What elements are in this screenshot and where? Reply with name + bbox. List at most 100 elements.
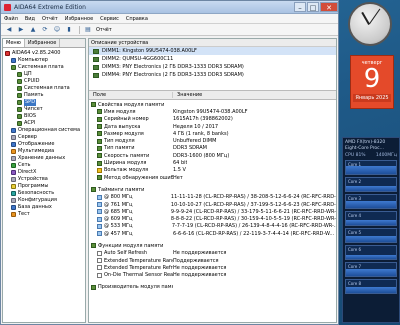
report-button[interactable]: Отчёт: [96, 27, 112, 33]
title-bar[interactable]: AIDA64 Extreme Edition – □ ✕: [1, 1, 338, 14]
property-row[interactable]: Auto Self Refresh Не поддерживается: [89, 250, 336, 257]
tree-item[interactable]: Память: [5, 92, 83, 99]
cpu-meter-gadget[interactable]: AMD FX(tm)-8320 Eight-Core Proc... CPU 8…: [342, 137, 400, 323]
section-header[interactable]: Функции модуля памяти: [89, 242, 336, 249]
tree-item-icon: [11, 198, 16, 203]
property-row[interactable]: @ 609 МГц 8-8-8-22 (CL-RCD-RP-RAS) / 30-1…: [89, 215, 336, 222]
property-value: Unbuffered DIMM: [173, 138, 217, 145]
property-row[interactable]: Extended Temperature Refresh ...Не подде…: [89, 264, 336, 271]
menu-favorites[interactable]: Избранное: [65, 16, 93, 22]
tree-item[interactable]: Сеть: [5, 162, 83, 169]
menu-file[interactable]: Файл: [4, 16, 18, 22]
tree-item-label: Память: [24, 92, 44, 98]
property-row[interactable]: Extended Temperature Range Поддерживается: [89, 257, 336, 264]
tree-item[interactable]: ACPI: [5, 120, 83, 127]
back-icon[interactable]: ◀: [4, 25, 14, 34]
property-row[interactable]: Дата выпуска Неделя 10 / 2017: [89, 123, 336, 130]
core-label: Core 4: [348, 213, 362, 218]
tree-item[interactable]: Сервер: [5, 134, 83, 141]
tree-item[interactable]: База данных: [5, 204, 83, 211]
tab-menu[interactable]: Меню: [3, 39, 25, 47]
core-label: Core 7: [348, 264, 362, 269]
maximize-button[interactable]: □: [307, 2, 319, 12]
property-name: Вольтаж модуля: [104, 167, 149, 174]
property-icon: [97, 216, 102, 222]
property-row[interactable]: Скорость памяти DDR3-1600 (800 МГц): [89, 152, 336, 159]
property-value: 1.5 V: [173, 167, 186, 174]
tree-item-icon: [11, 170, 16, 175]
property-row[interactable]: Ширина модуля 64 bit: [89, 159, 336, 166]
tree-item[interactable]: SPD: [5, 99, 83, 106]
property-row[interactable]: Имя модуля Kingston 99U5474-038.A00LF: [89, 108, 336, 115]
device-item[interactable]: DIMM2: QUMSU-4GG600C11: [89, 55, 336, 63]
calendar-month: Январь 2025: [353, 94, 391, 102]
property-row[interactable]: Вольтаж модуля 1.5 V: [89, 167, 336, 174]
property-icon: [91, 102, 96, 108]
property-row[interactable]: @ 800 МГц 11-11-11-28 (CL-RCD-RP-RAS) / 3…: [89, 194, 336, 201]
device-description-header: Описание устройства: [89, 39, 336, 47]
property-row[interactable]: Метод обнаружения ошибок Нет: [89, 174, 336, 181]
minimize-button[interactable]: –: [294, 2, 306, 12]
tree-item-label: CPUID: [24, 78, 40, 84]
tree-item[interactable]: Программы: [5, 183, 83, 190]
property-row[interactable]: @ 457 МГц 6-6-6-16 (CL-RCD-RP-RAS) / 22-1…: [89, 230, 336, 237]
tree-item[interactable]: Конфигурация: [5, 197, 83, 204]
property-name: Тип модуля: [104, 138, 135, 145]
property-row[interactable]: @ 761 МГц 10-10-10-27 (CL-RCD-RP-RAS) / 3…: [89, 201, 336, 208]
clock-gadget[interactable]: [348, 2, 392, 46]
tree-item[interactable]: Мультимедиа: [5, 148, 83, 155]
tree-item[interactable]: Отображение: [5, 141, 83, 148]
user-icon[interactable]: ☺: [52, 25, 62, 34]
property-icon: [97, 145, 102, 151]
property-field: @ 609 МГц: [89, 216, 171, 222]
refresh-icon[interactable]: ⟳: [40, 25, 50, 34]
property-row[interactable]: On-Die Thermal Sensor Rea... Не поддержив…: [89, 272, 336, 279]
column-value[interactable]: Значение: [173, 92, 202, 98]
tree-item[interactable]: Безопасность: [5, 190, 83, 197]
tree-item[interactable]: Чипсет: [5, 106, 83, 113]
chart-icon[interactable]: ▮: [64, 25, 74, 34]
tab-favorites[interactable]: Избранное: [25, 39, 61, 47]
menu-view[interactable]: Вид: [25, 16, 35, 22]
property-row[interactable]: Размер модуля 4 ГБ (1 rank, 8 banks): [89, 130, 336, 137]
report-icon[interactable]: ▤: [83, 25, 93, 34]
clock-minute-hand: [369, 8, 381, 24]
column-field[interactable]: Поле: [89, 92, 173, 98]
property-row[interactable]: @ 685 МГц 9-9-9-24 (CL-RCD-RP-RAS) / 33-1…: [89, 208, 336, 215]
device-label: DIMM4: PNY Electronics (2 ГБ DDR3-1333 D…: [102, 72, 244, 78]
device-item[interactable]: DIMM1: Kingston 99U5474-038.A00LF: [89, 47, 336, 55]
property-field: Ширина модуля: [89, 160, 173, 166]
device-item[interactable]: DIMM3: PNY Electronics (2 ГБ DDR3-1333 D…: [89, 63, 336, 71]
property-row[interactable]: Тип памяти DDR3 SDRAM: [89, 145, 336, 152]
menu-help[interactable]: Справка: [126, 16, 148, 22]
section-header[interactable]: Тайминги памяти: [89, 186, 336, 193]
forward-icon[interactable]: ▶: [16, 25, 26, 34]
up-icon[interactable]: ▲: [28, 25, 38, 34]
tree-item[interactable]: Операционная система: [5, 127, 83, 134]
close-button[interactable]: ✕: [320, 2, 338, 12]
tree-item-icon: [11, 191, 16, 196]
property-row[interactable]: Тип модуля Unbuffered DIMM: [89, 137, 336, 144]
tree-item[interactable]: Тест: [5, 211, 83, 218]
tree-item[interactable]: Хранение данных: [5, 155, 83, 162]
tree-item[interactable]: Компьютер: [5, 57, 83, 64]
tree-item[interactable]: BIOS: [5, 113, 83, 120]
section-header[interactable]: Производитель модуля памяти: [89, 284, 336, 291]
property-field: Имя модуля: [89, 109, 173, 115]
menu-report[interactable]: Отчёт: [42, 16, 58, 22]
menu-tools[interactable]: Сервис: [100, 16, 119, 22]
property-row[interactable]: @ 533 МГц 7-7-7-19 (CL-RCD-RP-RAS) / 26-1…: [89, 223, 336, 230]
section-header[interactable]: Свойства модуля памяти: [89, 101, 336, 108]
calendar-gadget[interactable]: четверг 9 Январь 2025: [350, 55, 394, 109]
device-item[interactable]: DIMM4: PNY Electronics (2 ГБ DDR3-1333 D…: [89, 71, 336, 79]
tree-item[interactable]: CPUID: [5, 78, 83, 85]
tree-item-label: DirectX: [18, 169, 37, 175]
tree-item[interactable]: Системная плата: [5, 85, 83, 92]
tree-item[interactable]: AIDA64 v2.85.2400: [5, 50, 83, 57]
tree-item[interactable]: Устройства: [5, 176, 83, 183]
tree-item[interactable]: DirectX: [5, 169, 83, 176]
tree-item[interactable]: ЦП: [5, 71, 83, 78]
tree-item[interactable]: Системная плата: [5, 64, 83, 71]
splitter[interactable]: [89, 79, 336, 91]
property-row[interactable]: Серийный номер 1615A17h (398862002): [89, 116, 336, 123]
